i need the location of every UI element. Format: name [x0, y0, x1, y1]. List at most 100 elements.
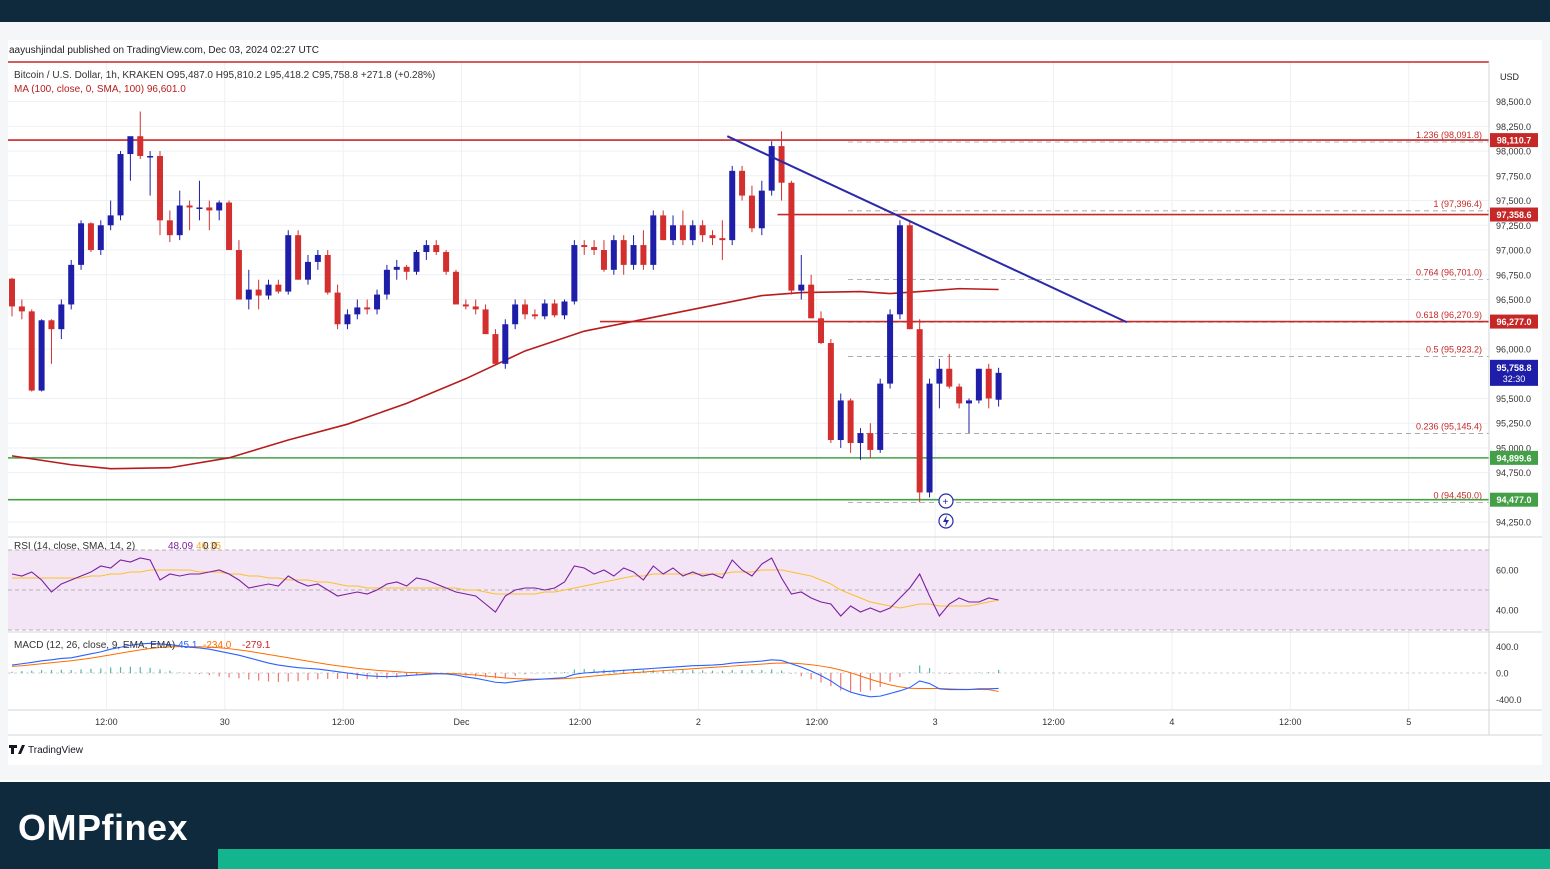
candle-body	[304, 261, 311, 280]
candle-body	[255, 289, 262, 296]
candle-body	[196, 207, 203, 209]
candle	[354, 299, 361, 320]
tradingview-brand: TradingView	[9, 745, 84, 756]
price-tick-label: 96,750.0	[1496, 270, 1531, 280]
macd-header: MACD (12, 26, close, 9, EMA, EMA)	[14, 640, 175, 651]
candle	[383, 264, 390, 300]
candle-body	[788, 182, 795, 291]
macd-value: 45.1	[178, 640, 198, 651]
candle-body	[768, 146, 775, 191]
candle-body	[640, 245, 647, 265]
candle	[975, 368, 982, 404]
price-tick-label: 98,500.0	[1496, 97, 1531, 107]
candle	[452, 269, 459, 305]
candle	[512, 299, 519, 330]
plus-glyph: +	[943, 497, 949, 508]
candle-body	[334, 292, 341, 325]
time-tick-label: 12:00	[1042, 717, 1065, 727]
candle	[235, 240, 242, 300]
candle	[502, 319, 509, 369]
alert-icons[interactable]: +	[938, 493, 954, 529]
countdown-label: 32:30	[1503, 374, 1526, 384]
rsi-extra: 0 0	[203, 541, 217, 552]
candle	[748, 185, 755, 233]
candle-body	[186, 205, 193, 208]
candle-body	[502, 324, 509, 364]
candle-body	[226, 202, 233, 251]
trading-chart[interactable]: 1.236 (98,091.8) 1 (97,396.4) 0.764 (96,70…	[0, 0, 1550, 869]
candle	[522, 299, 529, 320]
candle	[719, 220, 726, 260]
candle-body	[482, 309, 489, 335]
time-tick-label: 4	[1169, 717, 1174, 727]
candle	[166, 210, 173, 243]
time-tick-label: 12:00	[332, 717, 355, 727]
time-axis: 12:00 30 12:00 Dec 12:00 2 12:00 3 12:00 4 12:00 5	[95, 717, 1411, 727]
candle	[660, 210, 667, 241]
rsi-band	[8, 549, 1489, 674]
candle	[275, 279, 282, 294]
candle-body	[936, 368, 943, 384]
candle-body	[383, 269, 390, 295]
candle-body	[452, 271, 459, 305]
candle-body	[216, 202, 223, 211]
candle	[847, 398, 854, 453]
time-tick-label: Dec	[454, 717, 471, 727]
tradingview-logo-icon	[9, 745, 25, 754]
candle-body	[433, 245, 440, 252]
candle	[610, 235, 617, 275]
candle-body	[117, 154, 124, 216]
candle-body	[778, 146, 785, 183]
candle	[28, 309, 35, 392]
candle-body	[275, 284, 282, 292]
level-price-tag-label: 94,477.0	[1496, 495, 1531, 505]
candle	[334, 284, 341, 330]
time-tick-label: 30	[220, 717, 230, 727]
candle	[581, 240, 588, 255]
candle	[492, 329, 499, 364]
candle	[561, 299, 568, 320]
candle-body	[581, 245, 588, 248]
candle-body	[896, 225, 903, 315]
candle-body	[591, 247, 598, 251]
candle-body	[689, 225, 696, 241]
candle-body	[818, 318, 825, 344]
candle	[393, 259, 400, 280]
candle-body	[295, 235, 302, 280]
candle	[818, 311, 825, 345]
time-tick-label: 12:00	[1279, 717, 1302, 727]
fib-level-label: 1.236 (98,091.8)	[1416, 130, 1482, 140]
candle	[778, 131, 785, 201]
rsi-legend: RSI (14, close, SMA, 14, 2) 48.09 46.35 …	[14, 541, 221, 552]
candle	[857, 428, 864, 460]
fib-level-label: 0.764 (96,701.0)	[1416, 268, 1482, 278]
candle-body	[966, 400, 973, 404]
candle-body	[265, 284, 272, 296]
macd-hist-value: -279.1	[242, 640, 271, 651]
candle	[916, 319, 923, 503]
candle-body	[48, 320, 55, 330]
candle	[314, 250, 321, 270]
candle	[995, 367, 1002, 407]
candle-body	[906, 225, 913, 330]
price-tick-label: 94,750.0	[1496, 468, 1531, 478]
candle	[9, 277, 15, 317]
candle-body	[975, 368, 982, 401]
price-tick-label: 97,750.0	[1496, 171, 1531, 181]
candle-body	[600, 250, 607, 270]
candle	[689, 220, 696, 246]
candle	[18, 299, 25, 320]
currency-label: USD	[1500, 72, 1520, 82]
candle-body	[620, 240, 627, 265]
price-tick-label: 95,250.0	[1496, 419, 1531, 429]
candle-body	[462, 304, 469, 307]
candle	[966, 398, 973, 434]
candle-body	[78, 223, 85, 265]
candle-body	[739, 170, 746, 196]
candle-body	[551, 303, 558, 316]
candle	[443, 250, 450, 275]
rsi-header: RSI (14, close, SMA, 14, 2)	[14, 541, 135, 552]
candle-body	[443, 252, 450, 272]
rsi-value: 48.09	[168, 541, 193, 552]
candle-body	[512, 304, 519, 325]
